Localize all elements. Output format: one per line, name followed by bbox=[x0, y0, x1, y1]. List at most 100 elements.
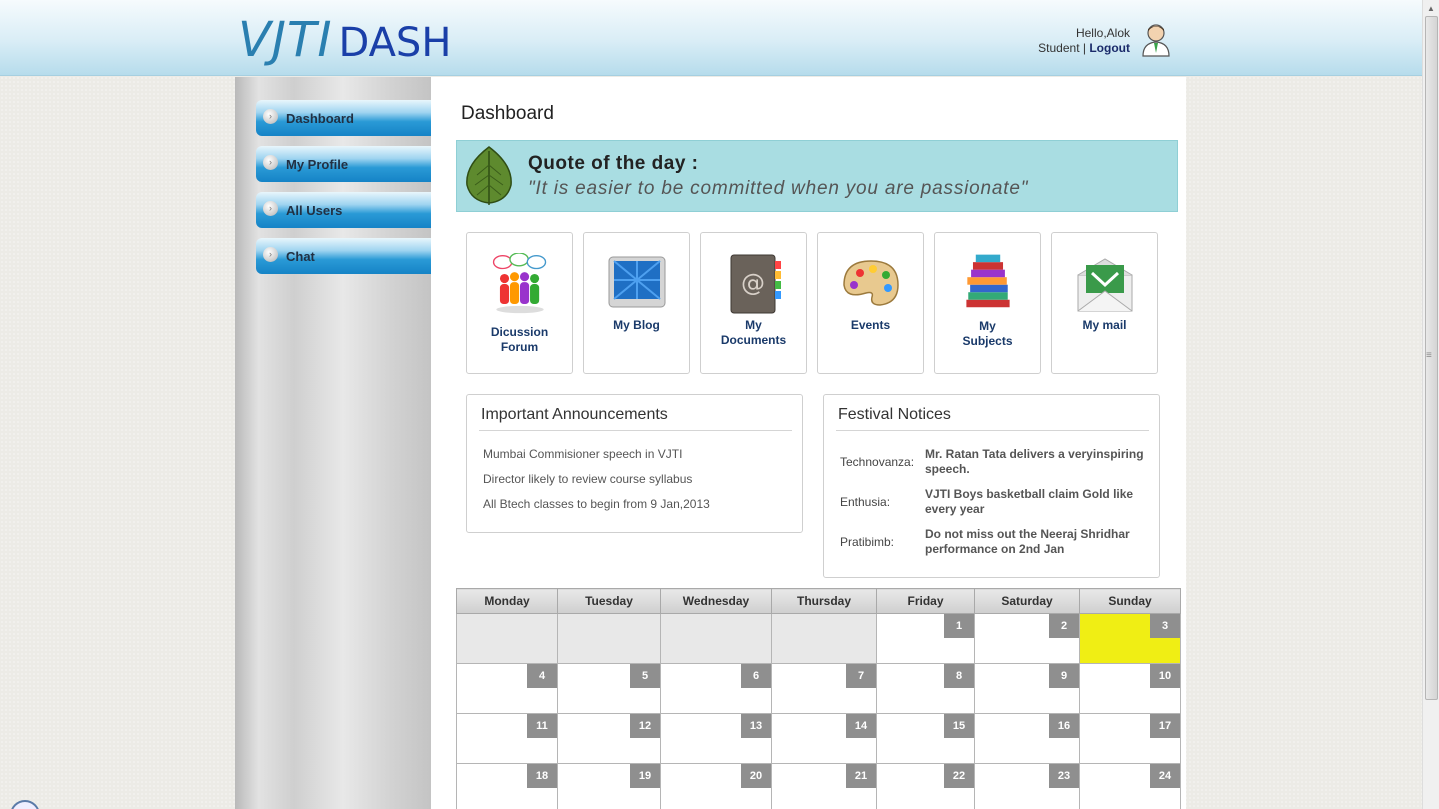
calendar-week-row: 11 12 13 14 15 16 17 bbox=[456, 713, 1181, 764]
announcement-item[interactable]: All Btech classes to begin from 9 Jan,20… bbox=[483, 497, 710, 511]
calendar-day-number: 15 bbox=[944, 714, 974, 738]
main-content: Dashboard Quote of the day : "It is easi… bbox=[431, 77, 1186, 809]
quote-text: "It is easier to be committed when you a… bbox=[528, 178, 1029, 199]
announcement-item[interactable]: Director likely to review course syllabu… bbox=[483, 472, 692, 486]
divider bbox=[479, 430, 792, 431]
announcements-title: Important Announcements bbox=[481, 406, 668, 423]
calendar-day-header: Wednesday bbox=[660, 588, 772, 614]
calendar-day-cell[interactable]: 15 bbox=[876, 713, 975, 764]
calendar-day-cell[interactable]: 6 bbox=[660, 663, 772, 714]
chevron-right-icon: › bbox=[263, 247, 278, 262]
calendar-day-number: 4 bbox=[527, 664, 557, 688]
calendar-day-cell[interactable]: 8 bbox=[876, 663, 975, 714]
calendar-day-cell[interactable]: 11 bbox=[456, 713, 558, 764]
tile-label: My Blog bbox=[613, 318, 660, 332]
calendar-day-cell[interactable]: 7 bbox=[771, 663, 877, 714]
calendar-day-cell[interactable]: 17 bbox=[1079, 713, 1181, 764]
festival-text[interactable]: Do not miss out the Neeraj Shridhar perf… bbox=[925, 527, 1150, 557]
calendar-day-cell[interactable]: 12 bbox=[557, 713, 661, 764]
calendar-day-cell[interactable]: 13 bbox=[660, 713, 772, 764]
sidebar-item-label: Chat bbox=[286, 249, 315, 264]
calendar-day-cell[interactable]: 2 bbox=[974, 613, 1080, 664]
user-avatar-icon[interactable] bbox=[1141, 23, 1171, 57]
calendar-day-number: 3 bbox=[1150, 614, 1180, 638]
calendar-week-row: 1 2 3 bbox=[456, 613, 1181, 664]
calendar-day-number: 5 bbox=[630, 664, 660, 688]
calendar-day-number: 2 bbox=[1049, 614, 1079, 638]
scroll-grip-icon: ≡ bbox=[1426, 350, 1432, 361]
tile-label: Dicussion Forum bbox=[490, 325, 549, 354]
calendar-day-header: Thursday bbox=[771, 588, 877, 614]
calendar-day-number: 22 bbox=[944, 764, 974, 788]
page-scrollbar[interactable]: ▲ ≡ bbox=[1422, 0, 1439, 809]
page-title: Dashboard bbox=[461, 103, 554, 124]
sidebar-item-dashboard[interactable]: › Dashboard bbox=[256, 100, 431, 136]
calendar-day-header: Friday bbox=[876, 588, 975, 614]
calendar-day-cell[interactable]: 19 bbox=[557, 763, 661, 809]
mail-icon bbox=[1077, 258, 1133, 312]
quote-of-the-day: Quote of the day : "It is easier to be c… bbox=[456, 140, 1178, 212]
calendar-day-number: 8 bbox=[944, 664, 974, 688]
calendar-day-cell[interactable]: 5 bbox=[557, 663, 661, 714]
tile-label: My Subjects bbox=[962, 319, 1013, 348]
calendar-day-cell[interactable]: 1 bbox=[876, 613, 975, 664]
tile-my-documents[interactable]: @ My Documents bbox=[700, 232, 807, 374]
chevron-right-icon: › bbox=[263, 155, 278, 170]
calendar-day-number: 10 bbox=[1150, 664, 1180, 688]
svg-text:@: @ bbox=[741, 269, 765, 297]
festival-notices-title: Festival Notices bbox=[838, 406, 951, 423]
tile-events[interactable]: Events bbox=[817, 232, 924, 374]
calendar-day-number: 12 bbox=[630, 714, 660, 738]
logo-main-text: VJTI bbox=[238, 12, 333, 68]
discussion-forum-icon bbox=[492, 253, 547, 314]
calendar-day-cell[interactable]: 20 bbox=[660, 763, 772, 809]
calendar-day-cell[interactable]: 23 bbox=[974, 763, 1080, 809]
chevron-right-icon: › bbox=[263, 201, 278, 216]
sidebar-item-all-users[interactable]: › All Users bbox=[256, 192, 431, 228]
calendar-day-cell[interactable]: 22 bbox=[876, 763, 975, 809]
tile-my-subjects[interactable]: My Subjects bbox=[934, 232, 1041, 374]
tile-discussion-forum[interactable]: Dicussion Forum bbox=[466, 232, 573, 374]
announcements-panel: Important Announcements Mumbai Commision… bbox=[466, 394, 803, 533]
calendar-day-cell[interactable]: 14 bbox=[771, 713, 877, 764]
chevron-right-icon: › bbox=[263, 109, 278, 124]
sidebar-item-label: My Profile bbox=[286, 157, 349, 172]
calendar-day-cell[interactable]: 18 bbox=[456, 763, 558, 809]
festival-name: Technovanza: bbox=[840, 455, 915, 469]
tile-my-mail[interactable]: My mail bbox=[1051, 232, 1158, 374]
sidebar-item-my-profile[interactable]: › My Profile bbox=[256, 146, 431, 182]
sidebar-item-label: All Users bbox=[286, 203, 343, 218]
quote-heading: Quote of the day : bbox=[528, 153, 699, 174]
sidebar: › Dashboard › My Profile › All Users › C… bbox=[235, 77, 431, 809]
calendar-day-cell[interactable]: 24 bbox=[1079, 763, 1181, 809]
blog-icon bbox=[608, 256, 666, 308]
palette-icon bbox=[843, 260, 899, 306]
app-logo[interactable]: VJTI DASH bbox=[238, 12, 451, 68]
festival-text[interactable]: VJTI Boys basketball claim Gold like eve… bbox=[925, 487, 1150, 517]
calendar-day-number: 17 bbox=[1150, 714, 1180, 738]
calendar-day-cell[interactable]: 3 bbox=[1079, 613, 1181, 664]
scroll-up-icon[interactable]: ▲ bbox=[1427, 4, 1435, 13]
separator: | bbox=[1082, 41, 1086, 55]
calendar-day-cell[interactable]: 16 bbox=[974, 713, 1080, 764]
calendar-empty-cell bbox=[557, 613, 661, 664]
calendar-empty-cell bbox=[456, 613, 558, 664]
role-text: Student bbox=[1038, 41, 1080, 55]
calendar-day-number: 1 bbox=[944, 614, 974, 638]
calendar-day-header: Sunday bbox=[1079, 588, 1181, 614]
announcement-item[interactable]: Mumbai Commisioner speech in VJTI bbox=[483, 447, 682, 461]
calendar-day-header: Saturday bbox=[974, 588, 1080, 614]
calendar-day-cell[interactable]: 9 bbox=[974, 663, 1080, 714]
calendar-day-cell[interactable]: 4 bbox=[456, 663, 558, 714]
calendar-day-cell[interactable]: 21 bbox=[771, 763, 877, 809]
calendar-day-number: 6 bbox=[741, 664, 771, 688]
sidebar-item-chat[interactable]: › Chat bbox=[256, 238, 431, 274]
festival-text[interactable]: Mr. Ratan Tata delivers a veryinspiring … bbox=[925, 447, 1150, 477]
festival-name: Pratibimb: bbox=[840, 535, 895, 549]
calendar-day-cell[interactable]: 10 bbox=[1079, 663, 1181, 714]
logo-sub-text: DASH bbox=[338, 20, 452, 66]
logout-link[interactable]: Logout bbox=[1089, 41, 1130, 55]
calendar: Monday Tuesday Wednesday Thursday Friday… bbox=[456, 588, 1181, 809]
sidebar-item-label: Dashboard bbox=[286, 111, 354, 126]
tile-my-blog[interactable]: My Blog bbox=[583, 232, 690, 374]
